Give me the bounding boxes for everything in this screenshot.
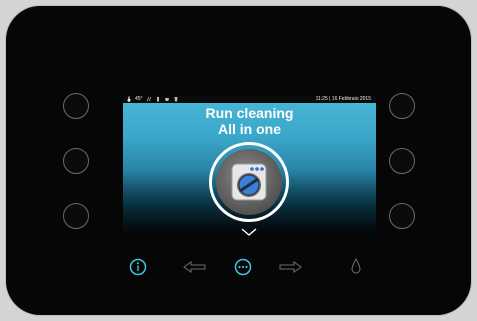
datetime-readout: 11:25 | 16 Febbraio 2015 (315, 96, 371, 102)
chevron-down-icon[interactable] (241, 228, 257, 237)
cup-icon (164, 98, 169, 101)
washing-machine-icon (231, 163, 267, 201)
screen-title-line1: Run cleaning (205, 105, 294, 121)
temperature-readout: 45° (135, 96, 143, 102)
status-bar: 45° 11:25 | 16 Febbraio 2015 (123, 95, 376, 103)
control-panel: 45° 11:25 | 16 Febbraio 2015 Run cleanin… (6, 6, 471, 315)
arrow-right-icon[interactable] (278, 261, 302, 273)
glass-icon (174, 97, 178, 102)
water-drop-icon[interactable] (350, 257, 362, 275)
screen-title-line2: All in one (218, 121, 281, 137)
thermometer-icon (127, 96, 131, 102)
info-icon[interactable] (129, 258, 147, 276)
left-bottom-button[interactable] (63, 203, 89, 229)
left-middle-button[interactable] (63, 148, 89, 174)
left-top-button[interactable] (63, 93, 89, 119)
right-bottom-button[interactable] (389, 203, 415, 229)
more-icon[interactable] (234, 258, 252, 276)
right-middle-button[interactable] (389, 148, 415, 174)
display-screen: 45° 11:25 | 16 Febbraio 2015 Run cleanin… (123, 95, 376, 238)
milk-icon (156, 97, 159, 102)
arrow-left-icon[interactable] (183, 261, 207, 273)
right-top-button[interactable] (389, 93, 415, 119)
steam-icon (146, 96, 151, 102)
